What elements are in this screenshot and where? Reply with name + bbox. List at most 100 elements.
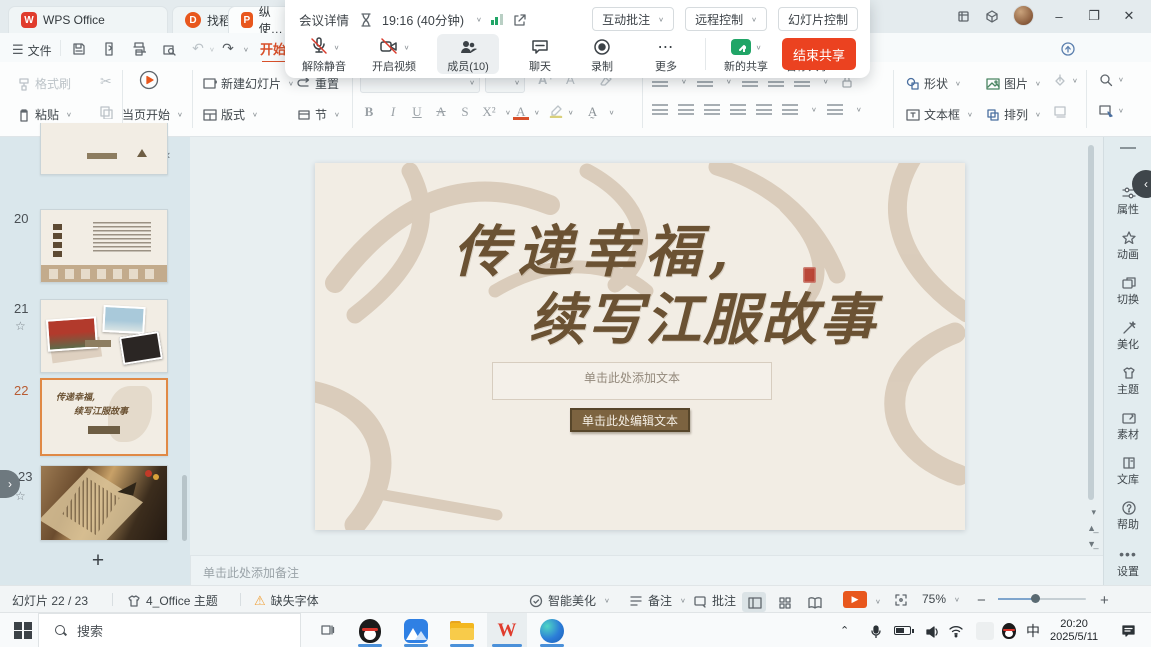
slide-thumbnail-22-selected[interactable]: 传递幸福, 续写江服故事 (40, 378, 168, 456)
chevron-down-icon[interactable]: ∨ (505, 108, 511, 115)
ime-indicator[interactable]: 中 (1026, 613, 1040, 647)
slide-thumbnail-20[interactable] (40, 209, 168, 283)
reading-view-button[interactable] (802, 592, 826, 612)
chat-button[interactable]: 聊天 (511, 36, 569, 74)
chevron-down-icon[interactable]: ∨ (404, 43, 410, 50)
sidebar-item-animation[interactable]: 动画 (1104, 228, 1151, 262)
canvas-menu-icon[interactable]: ▾ (1091, 507, 1096, 518)
print-icon[interactable] (126, 38, 150, 58)
print-preview-icon[interactable] (156, 38, 180, 58)
redo-dropdown-icon[interactable]: ∨ (243, 46, 249, 53)
members-button[interactable]: 成员(10) (437, 34, 499, 74)
align-left-icon[interactable] (652, 104, 668, 115)
taskbar-edge-icon[interactable] (534, 613, 570, 647)
zoom-slider-knob[interactable] (1031, 594, 1040, 603)
export-icon[interactable] (96, 38, 120, 58)
record-button[interactable]: 录制 (573, 36, 631, 74)
window-layout-icon[interactable] (952, 6, 974, 26)
canvas-scrollbar[interactable] (1088, 145, 1094, 500)
new-slide-button[interactable]: 新建幻灯片 ∨ (202, 71, 294, 95)
chevron-down-icon[interactable]: ∨ (534, 108, 540, 115)
notes-toggle-button[interactable]: 备注 ∨ (628, 592, 686, 609)
char-border-button[interactable]: A (430, 104, 452, 120)
missing-font-warning[interactable]: ⚠ 缺失字体 (254, 592, 319, 609)
file-menu[interactable]: ☰ 文件 (12, 38, 52, 62)
user-avatar[interactable] (1013, 5, 1034, 26)
meeting-details-link[interactable]: 会议详情 (299, 10, 349, 29)
theme-indicator[interactable]: 4_Office 主题 (126, 592, 218, 609)
chevron-down-icon[interactable]: ∨ (334, 43, 340, 50)
zoom-level[interactable]: 75% ∨ (922, 592, 960, 606)
undo-dropdown-icon[interactable]: ∨ (209, 46, 215, 53)
sidebar-item-transition[interactable]: 切换 (1104, 273, 1151, 307)
minimize-button[interactable]: – (1048, 6, 1070, 26)
end-share-button[interactable]: 结束共享 (782, 38, 856, 70)
cut-icon[interactable]: ✂ (100, 73, 112, 90)
clock[interactable]: 20:20 2025/5/11 (1050, 613, 1098, 647)
slideshow-play-button[interactable]: ▶ (843, 591, 867, 608)
superscript-button[interactable]: X² (478, 104, 500, 120)
ribbon-tab-home[interactable]: 开始 (260, 39, 286, 58)
slide-thumbnail-19[interactable] (40, 123, 168, 175)
italic-button[interactable]: I (382, 104, 404, 120)
unmute-button[interactable]: ∨ 解除静音 (295, 36, 353, 74)
copy-icon[interactable] (98, 104, 113, 122)
cloud-upload-icon[interactable] (1055, 38, 1079, 58)
align-center-icon[interactable] (678, 104, 694, 115)
taskbar-wps-icon-active[interactable]: W (487, 613, 527, 647)
chevron-down-icon[interactable]: ∨ (756, 43, 762, 50)
tray-faded-app-icon[interactable] (976, 613, 994, 647)
sidebar-collapse-icon[interactable] (1120, 147, 1136, 149)
interactive-annotation-button[interactable]: 互动批注 ∨ (592, 7, 674, 31)
tray-battery-icon[interactable] (894, 613, 911, 647)
tray-microphone-icon[interactable] (868, 613, 882, 647)
line-spacing-icon[interactable] (782, 104, 798, 115)
tab-wps-home[interactable]: W WPS Office (8, 6, 168, 33)
fit-slide-button[interactable] (893, 592, 908, 607)
underline-button[interactable]: U (406, 104, 428, 120)
normal-view-button[interactable] (742, 592, 766, 612)
sidebar-item-materials[interactable]: 素材 (1104, 408, 1151, 442)
save-icon[interactable] (66, 38, 90, 58)
fill-tool-icon[interactable]: ∨ (1052, 73, 1078, 88)
strikethrough-button[interactable]: S (454, 104, 476, 120)
selection-pane-button[interactable]: ∨ (1098, 103, 1124, 118)
font-color-button[interactable]: A (513, 104, 529, 120)
align-right-icon[interactable] (704, 104, 720, 115)
tray-qq-icon[interactable] (1002, 613, 1016, 647)
tray-wifi-icon[interactable] (948, 613, 963, 647)
taskbar-docs-app-icon[interactable] (398, 613, 434, 647)
notes-placeholder[interactable]: 单击此处添加备注 (203, 564, 299, 581)
slide-master-icon[interactable] (1052, 104, 1067, 122)
chevron-down-icon[interactable]: ∨ (568, 108, 574, 115)
add-slide-button[interactable]: + (88, 549, 108, 573)
section-button[interactable]: 节 ∨ (296, 102, 340, 126)
chevron-down-icon[interactable]: ∨ (609, 108, 615, 115)
zoom-out-button[interactable]: − (977, 592, 986, 609)
redo-icon[interactable]: ↷ (216, 38, 240, 58)
sidebar-item-settings[interactable]: ••• 设置 (1104, 545, 1151, 579)
close-button[interactable]: ✕ (1118, 6, 1140, 26)
bold-button[interactable]: B (358, 104, 380, 120)
zoom-in-button[interactable]: + (1100, 592, 1109, 609)
play-from-current-icon[interactable] (138, 69, 160, 94)
meeting-timer[interactable]: 19:16 (40分钟) (382, 10, 464, 29)
find-button[interactable]: ∨ (1098, 72, 1124, 87)
highlight-color-icon[interactable] (548, 103, 563, 121)
slide-editor[interactable]: 传递幸福, 续写江服故事 单击此处添加文本 单击此处编辑文本 (315, 163, 965, 530)
chevron-down-icon[interactable]: ∨ (875, 598, 881, 605)
tray-expand-icon[interactable]: ⌃ (840, 613, 849, 647)
previous-slide-button[interactable]: ▲̲ (1087, 523, 1096, 533)
open-external-icon[interactable] (512, 12, 527, 27)
comments-button[interactable]: 批注 (692, 592, 736, 609)
zoom-slider[interactable] (998, 598, 1086, 600)
notification-center-icon[interactable] (1120, 613, 1136, 647)
chevron-down-icon[interactable]: ∨ (476, 15, 482, 22)
start-button[interactable] (10, 613, 36, 647)
text-direction-icon[interactable] (827, 104, 843, 115)
distribute-icon[interactable] (756, 104, 772, 115)
restore-button[interactable]: ❐ (1083, 6, 1105, 26)
sidebar-item-help[interactable]: 帮助 (1104, 498, 1151, 532)
next-slide-button[interactable]: ▼̲ (1087, 539, 1096, 549)
start-video-button[interactable]: ∨ 开启视频 (365, 36, 423, 74)
